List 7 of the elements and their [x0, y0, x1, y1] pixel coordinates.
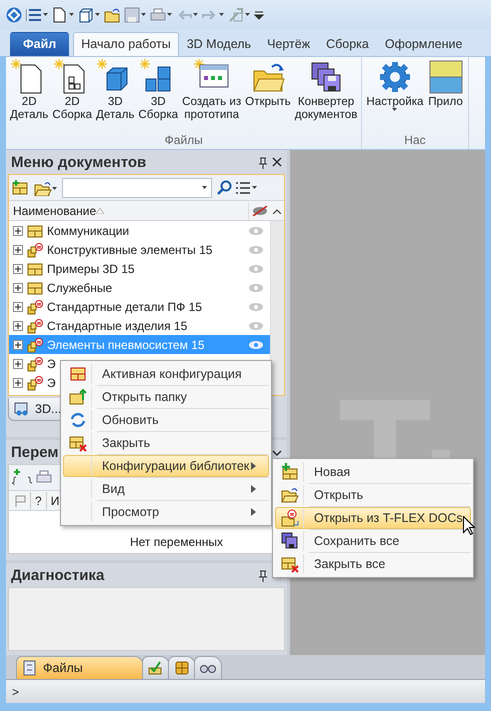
- panel-title: Меню документов: [11, 152, 146, 173]
- panel-title: Перем: [11, 442, 59, 463]
- group-label: Файлы: [164, 132, 204, 149]
- panel-title: Диагностика: [11, 566, 104, 586]
- command-prompt: >: [12, 684, 20, 700]
- group-label: Нас: [403, 132, 427, 149]
- empty-message: Нет переменных: [130, 535, 224, 549]
